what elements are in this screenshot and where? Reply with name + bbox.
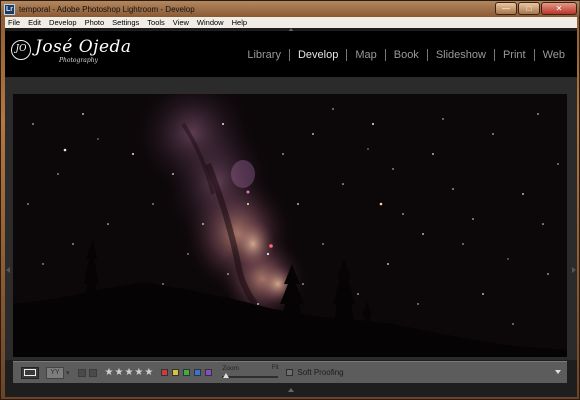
- star-icon[interactable]: ★: [105, 367, 114, 378]
- lightroom-app-icon[interactable]: Lr: [4, 3, 15, 15]
- loupe-view-icon: [24, 369, 36, 376]
- color-label-blue[interactable]: [194, 369, 202, 376]
- flag-pick-icon[interactable]: [77, 368, 86, 377]
- zoom-control: Zoom Fit: [222, 364, 279, 382]
- star-icon[interactable]: ★: [114, 367, 123, 378]
- soft-proofing-toggle[interactable]: Soft Proofing: [286, 368, 344, 377]
- identity-logo-icon: JO: [11, 40, 31, 60]
- title-bar[interactable]: Lr temporal - Adobe Photoshop Lightroom …: [1, 1, 580, 17]
- menu-settings[interactable]: Settings: [112, 18, 139, 27]
- close-button[interactable]: ✕: [541, 2, 577, 15]
- milky-way-photo: [13, 94, 567, 357]
- flag-reject-icon[interactable]: [88, 368, 97, 377]
- flag-controls: [77, 368, 97, 377]
- menu-bar: File Edit Develop Photo Settings Tools V…: [5, 17, 577, 28]
- develop-toolbar: YY ▾ ★ ★ ★ ★ ★ Zoom Fit Soft Proofing: [13, 361, 567, 383]
- photo-preview[interactable]: [13, 94, 567, 357]
- module-library[interactable]: Library: [239, 49, 289, 61]
- module-picker: Library Develop Map Book Slideshow Print…: [239, 49, 573, 61]
- right-panel-toggle[interactable]: [572, 267, 576, 273]
- star-icon[interactable]: ★: [124, 367, 133, 378]
- main-view: [5, 77, 577, 360]
- module-develop[interactable]: Develop: [290, 49, 346, 61]
- before-after-dropdown-icon[interactable]: ▾: [66, 369, 70, 377]
- color-label-purple[interactable]: [205, 369, 213, 376]
- zoom-slider-thumb[interactable]: [223, 372, 230, 378]
- color-labels: [161, 369, 213, 376]
- soft-proofing-label: Soft Proofing: [297, 368, 344, 377]
- window-title: temporal - Adobe Photoshop Lightroom - D…: [19, 4, 195, 14]
- module-web[interactable]: Web: [535, 49, 573, 61]
- star-icon[interactable]: ★: [144, 367, 153, 378]
- loupe-view-button[interactable]: [21, 366, 39, 379]
- app-window: Lr temporal - Adobe Photoshop Lightroom …: [0, 0, 580, 400]
- identity-plate-subtitle: Photography: [59, 57, 98, 64]
- menu-view[interactable]: View: [173, 18, 189, 27]
- color-label-green[interactable]: [183, 369, 191, 376]
- module-slideshow[interactable]: Slideshow: [428, 49, 494, 61]
- menu-tools[interactable]: Tools: [147, 18, 165, 27]
- left-panel-toggle[interactable]: [6, 267, 10, 273]
- star-icon[interactable]: ★: [134, 367, 143, 378]
- minimize-button[interactable]: —: [495, 2, 517, 15]
- identity-plate-name: José Ojeda: [35, 37, 132, 57]
- menu-file[interactable]: File: [8, 18, 20, 27]
- zoom-slider[interactable]: [222, 375, 279, 378]
- color-label-red[interactable]: [161, 369, 169, 376]
- menu-develop[interactable]: Develop: [49, 18, 77, 27]
- menu-photo[interactable]: Photo: [85, 18, 105, 27]
- toolbar-content-menu-icon[interactable]: [555, 370, 561, 374]
- zoom-label: Zoom: [222, 364, 239, 372]
- color-label-yellow[interactable]: [172, 369, 180, 376]
- module-book[interactable]: Book: [386, 49, 427, 61]
- before-after-button[interactable]: YY: [46, 366, 64, 379]
- maximize-button[interactable]: □: [518, 2, 540, 15]
- window-controls: — □ ✕: [495, 2, 577, 15]
- lightroom-workspace: JO José Ojeda Photography Library Develo…: [5, 28, 577, 397]
- bottom-panel-toggle[interactable]: [288, 388, 294, 392]
- menu-window[interactable]: Window: [197, 18, 224, 27]
- zoom-value: Fit: [271, 364, 279, 371]
- menu-edit[interactable]: Edit: [28, 18, 41, 27]
- menu-help[interactable]: Help: [232, 18, 247, 27]
- star-rating: ★ ★ ★ ★ ★: [105, 367, 154, 378]
- module-map[interactable]: Map: [347, 49, 384, 61]
- soft-proofing-checkbox[interactable]: [286, 369, 294, 376]
- identity-plate-bar: JO José Ojeda Photography Library Develo…: [5, 31, 577, 77]
- module-print[interactable]: Print: [495, 49, 534, 61]
